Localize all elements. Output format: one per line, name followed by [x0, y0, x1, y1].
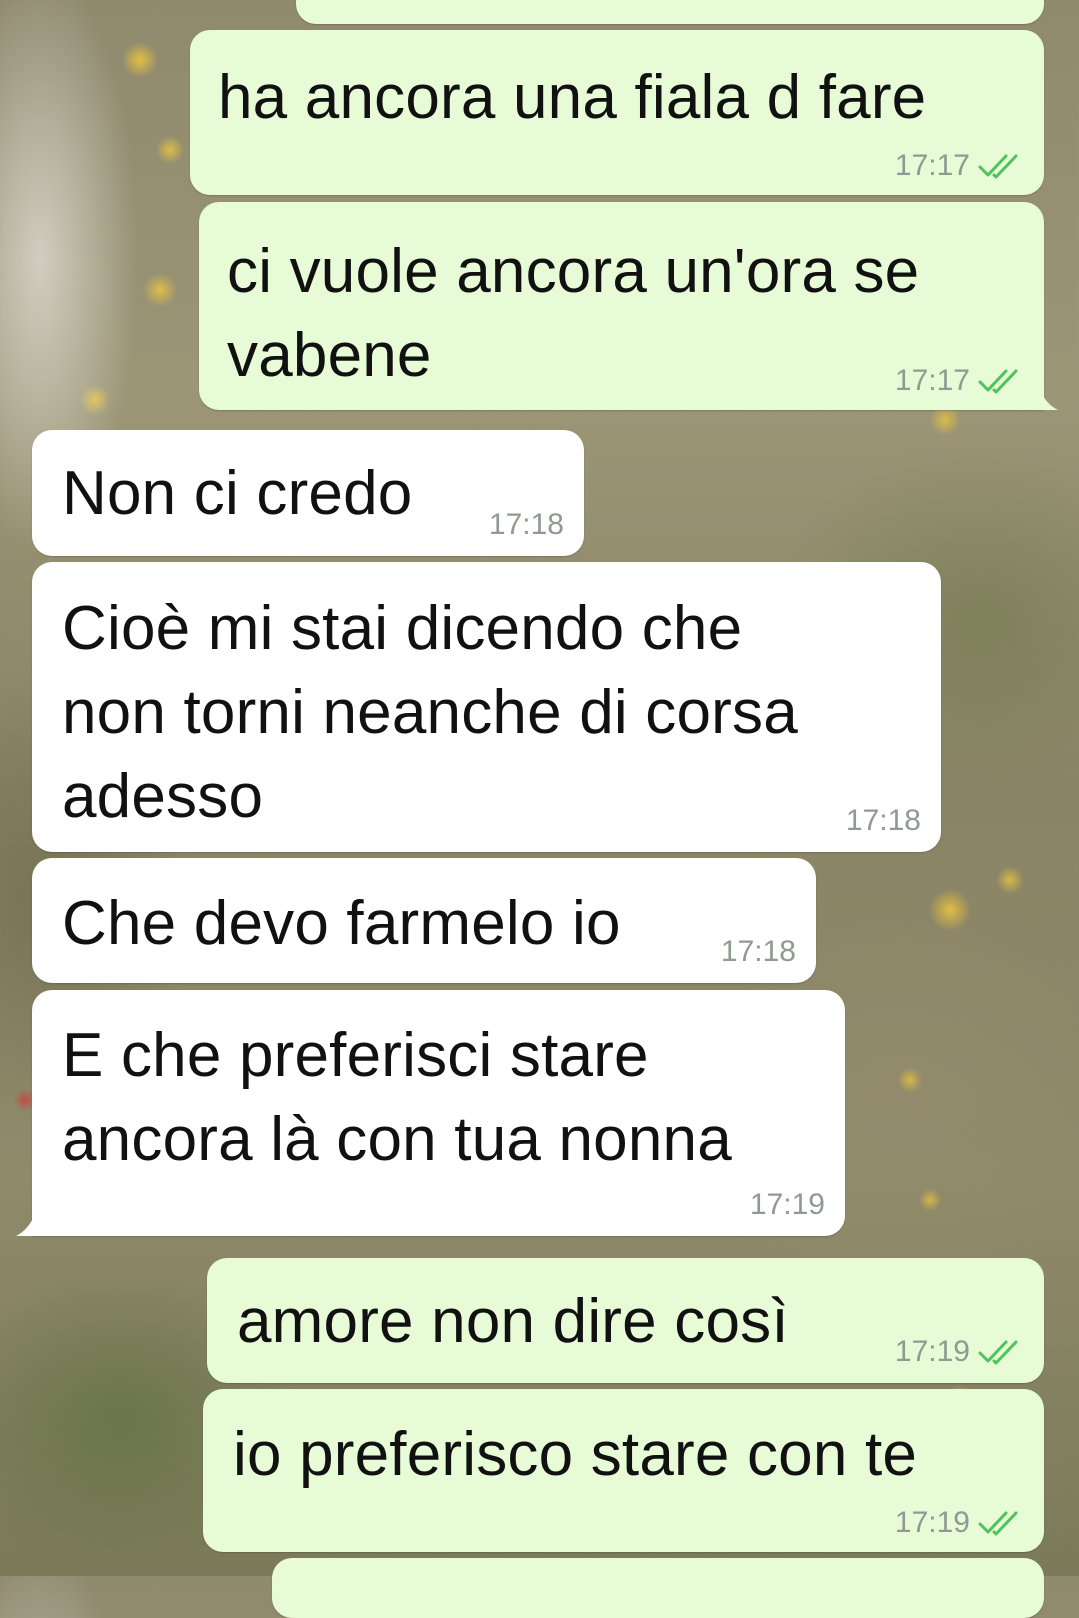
- double-check-icon: [978, 1340, 1018, 1365]
- message-bubble-outgoing[interactable]: ci vuole ancora un'ora se vabene 17:17: [199, 202, 1044, 410]
- chat-screen: { "messages": [ {"direction": "outgoing"…: [0, 0, 1079, 1618]
- message-time: 17:17: [894, 149, 970, 182]
- message-text-line: vabene: [227, 321, 432, 390]
- message-meta: 17:18: [721, 935, 796, 969]
- message-bubble-incoming[interactable]: Che devo farmelo io 17:18: [32, 858, 816, 983]
- double-check-icon: [978, 369, 1018, 394]
- message-text-line: amore non dire così: [237, 1287, 789, 1356]
- double-check-icon: [978, 154, 1018, 179]
- bubble-tail: [1040, 390, 1058, 410]
- message-text-line: E che preferisci stare: [62, 1021, 649, 1090]
- message-bubble-partial-bottom[interactable]: [272, 1558, 1044, 1618]
- message-text-line: non torni neanche di corsa: [62, 678, 798, 747]
- message-text-line: adesso: [62, 762, 264, 831]
- message-text-line: Che devo farmelo io: [62, 889, 621, 958]
- message-text-line: Non ci credo: [62, 459, 413, 528]
- message-bubble-outgoing[interactable]: io preferisco stare con te 17:19: [203, 1389, 1044, 1552]
- message-time: 17:18: [845, 804, 921, 837]
- message-meta: 17:17: [895, 364, 1024, 398]
- message-text-line: ancora là con tua nonna: [62, 1105, 732, 1174]
- message-text-line: ci vuole ancora un'ora se: [227, 237, 920, 306]
- message-text-line: io preferisco stare con te: [233, 1420, 918, 1489]
- message-bubble-partial-top[interactable]: [296, 0, 1044, 24]
- bubble-tail: [16, 1216, 34, 1236]
- message-time: 17:17: [894, 364, 970, 397]
- message-bubble-incoming[interactable]: Cioè mi stai dicendo che non torni neanc…: [32, 562, 941, 852]
- message-time: 17:19: [894, 1335, 970, 1368]
- message-text-line: ha ancora una fiala d fare: [218, 63, 927, 132]
- message-time: 17:18: [488, 508, 564, 541]
- message-bubble-outgoing[interactable]: ha ancora una fiala d fare 17:17: [190, 30, 1044, 195]
- message-time: 17:19: [749, 1188, 825, 1221]
- message-meta: 17:18: [489, 508, 564, 542]
- message-meta: 17:19: [895, 1506, 1024, 1540]
- message-meta: 17:17: [895, 149, 1024, 183]
- message-text-line: Cioè mi stai dicendo che: [62, 594, 743, 663]
- message-bubble-outgoing[interactable]: amore non dire così 17:19: [207, 1258, 1044, 1383]
- message-meta: 17:19: [750, 1188, 825, 1222]
- message-meta: 17:19: [895, 1335, 1024, 1369]
- message-bubble-incoming[interactable]: E che preferisci stare ancora là con tua…: [32, 990, 845, 1236]
- message-bubble-incoming[interactable]: Non ci credo 17:18: [32, 430, 584, 556]
- double-check-icon: [978, 1511, 1018, 1536]
- message-time: 17:19: [894, 1506, 970, 1539]
- message-time: 17:18: [720, 935, 796, 968]
- message-meta: 17:18: [846, 804, 921, 838]
